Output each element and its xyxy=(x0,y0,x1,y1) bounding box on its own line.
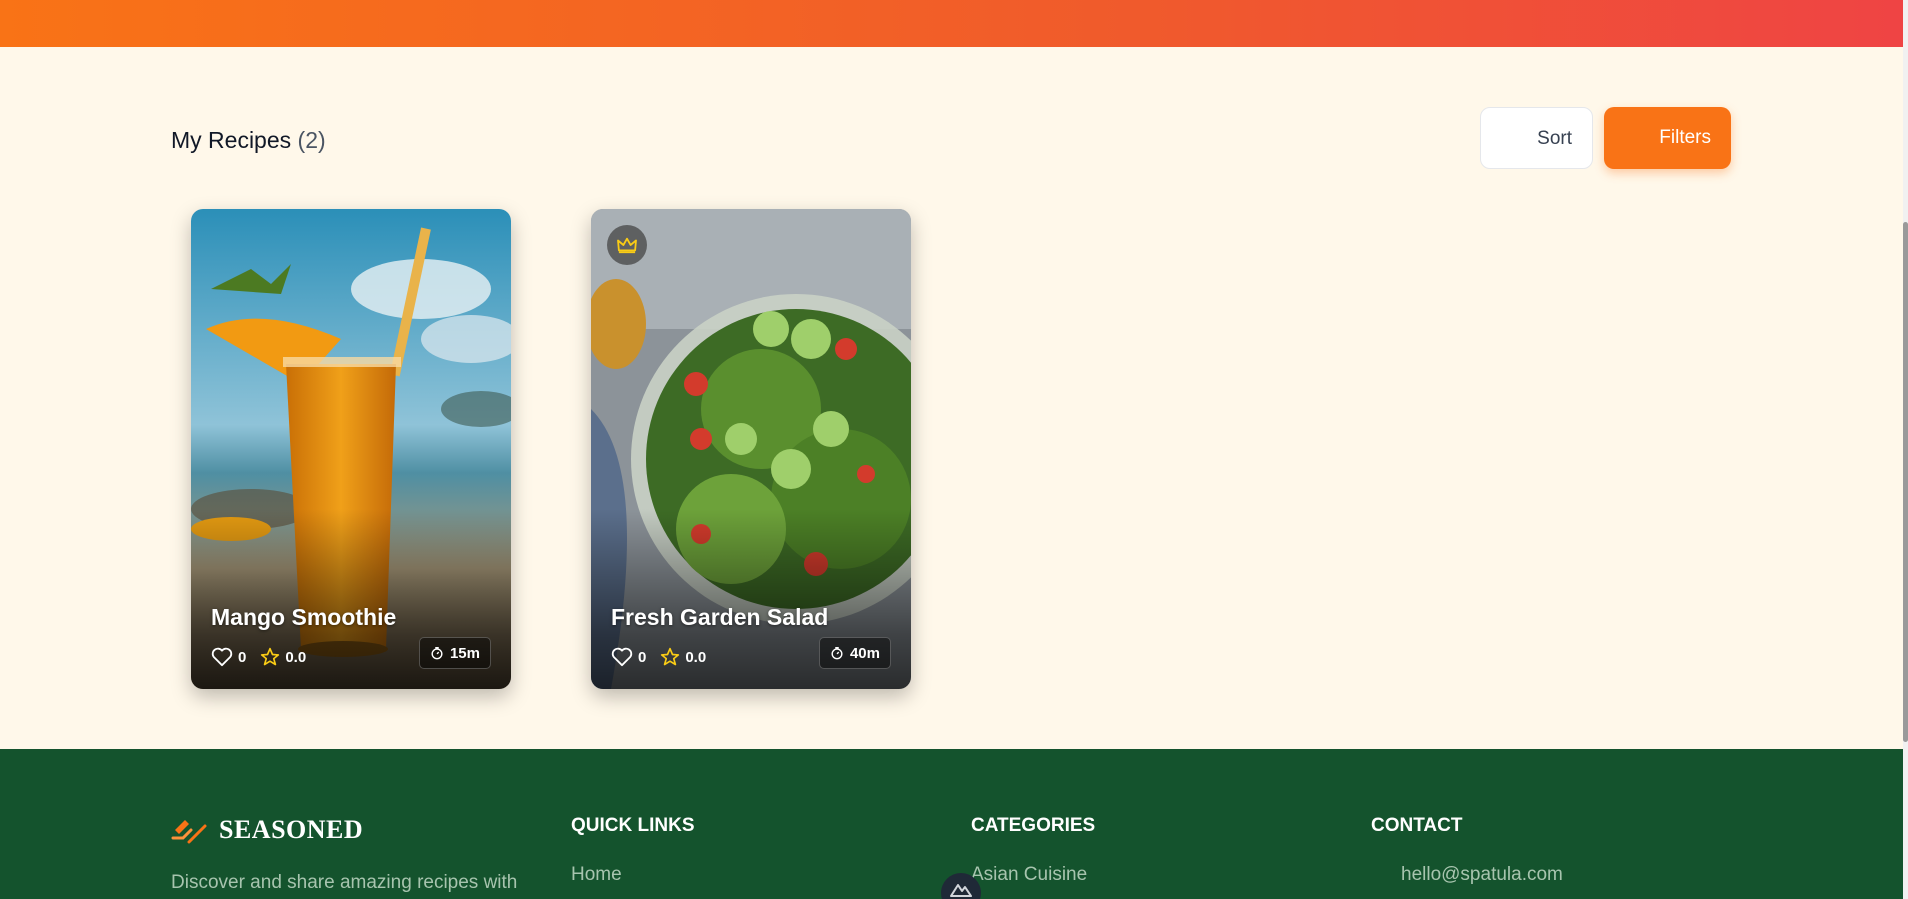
site-footer: SEASONED Discover and share amazing reci… xyxy=(0,749,1903,899)
footer-link-home[interactable]: Home xyxy=(571,864,622,886)
recipe-stats: 0 0.0 xyxy=(211,647,306,667)
recipe-title: Fresh Garden Salad xyxy=(611,604,829,630)
recipe-stats: 0 0.0 xyxy=(611,647,706,667)
star-icon xyxy=(661,647,680,666)
contact-heading: CONTACT xyxy=(1371,815,1463,836)
time-value: 40m xyxy=(849,644,880,662)
footer-link-asian-cuisine[interactable]: Asian Cuisine xyxy=(971,864,1087,886)
filters-button[interactable]: Filters xyxy=(1604,107,1731,169)
timer-icon xyxy=(831,647,843,660)
recipes-main: My Recipes (2) Sort Filters Mango Smooth… xyxy=(0,47,1903,749)
rating-value: 0.0 xyxy=(285,648,307,666)
likes-count: 0 xyxy=(238,648,247,666)
scrollbar-thumb[interactable] xyxy=(1903,222,1908,742)
recipe-title: Mango Smoothie xyxy=(211,604,397,630)
sort-button[interactable]: Sort xyxy=(1480,107,1593,169)
sort-label: Sort xyxy=(1537,128,1572,149)
time-badge: 15m xyxy=(418,637,491,669)
brand-name: SEASONED xyxy=(219,815,364,844)
likes-count: 0 xyxy=(638,648,647,666)
crown-icon xyxy=(617,237,637,254)
star-icon xyxy=(261,647,280,666)
timer-icon xyxy=(431,647,443,660)
page-title-text: My Recipes xyxy=(171,127,292,153)
rating-stat: 0.0 xyxy=(660,647,706,667)
mountain-logo-icon xyxy=(950,884,972,897)
quick-links-heading: QUICK LINKS xyxy=(571,815,695,836)
recipe-card-fresh-garden-salad[interactable]: Fresh Garden Salad 0 0.0 40m xyxy=(591,209,911,689)
categories-heading: CATEGORIES xyxy=(971,815,1096,836)
brand-description: Discover and share amazing recipes with xyxy=(171,872,518,893)
rating-stat: 0.0 xyxy=(260,647,306,667)
page-title: My Recipes (2) xyxy=(171,127,326,154)
footer-brand[interactable]: SEASONED xyxy=(171,815,363,845)
time-value: 15m xyxy=(449,644,480,662)
filters-label: Filters xyxy=(1659,127,1711,148)
spatula-logo-icon xyxy=(171,820,207,844)
heart-icon xyxy=(611,647,633,667)
likes-stat[interactable]: 0 xyxy=(611,647,646,667)
top-header-bar xyxy=(0,0,1903,47)
contact-email[interactable]: hello@spatula.com xyxy=(1401,864,1563,886)
heart-icon xyxy=(211,647,233,667)
recipe-card-mango-smoothie[interactable]: Mango Smoothie 0 0.0 15m xyxy=(191,209,511,689)
likes-stat[interactable]: 0 xyxy=(211,647,246,667)
rating-value: 0.0 xyxy=(685,648,707,666)
recipe-count: (2) xyxy=(297,127,326,153)
page-scrollbar[interactable] xyxy=(1903,0,1908,899)
time-badge: 40m xyxy=(818,637,891,669)
premium-badge xyxy=(607,225,647,265)
